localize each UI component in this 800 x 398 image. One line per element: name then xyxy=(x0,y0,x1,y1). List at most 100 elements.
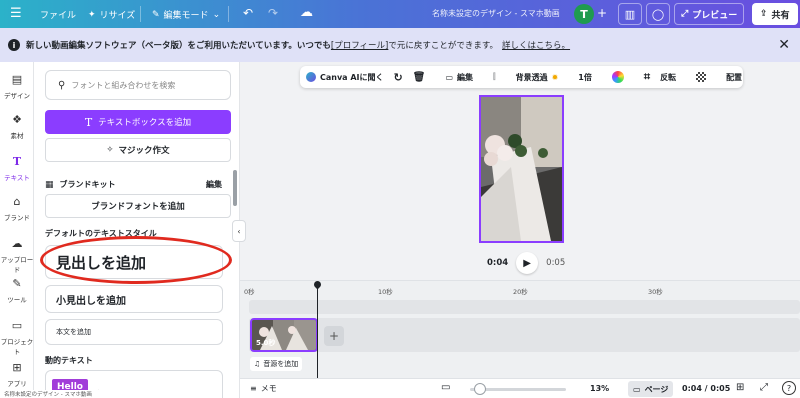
add-brand-font-button[interactable]: ブランドフォントを追加 xyxy=(45,194,231,218)
preview-label: プレビュー xyxy=(692,10,738,21)
rail-item-elements[interactable]: ❖ 素材 xyxy=(0,112,34,140)
learn-more-link[interactable]: 詳しくはこちら。 xyxy=(502,39,570,51)
split-button[interactable]: ⫿ xyxy=(493,72,496,82)
avatar[interactable]: T xyxy=(574,4,594,24)
screen-icon: ▭ xyxy=(441,382,451,393)
rail-item-projects[interactable]: ▭ プロジェクト xyxy=(0,318,34,356)
plus-icon: + xyxy=(328,329,340,343)
crop-button[interactable]: ⌗ xyxy=(644,70,650,84)
ruler-tick: 30秒 xyxy=(648,288,663,296)
tools-icon: ✎ xyxy=(12,277,22,290)
help-button[interactable]: ? xyxy=(782,381,796,395)
trash-icon: 🗑 xyxy=(412,71,426,83)
grid-view-button[interactable]: ⊞ xyxy=(736,382,744,393)
text-icon: T xyxy=(84,115,93,129)
close-icon[interactable]: ✕ xyxy=(778,37,790,53)
file-menu[interactable]: ファイル xyxy=(40,8,76,21)
video-clip[interactable]: 5.0秒 xyxy=(250,318,318,352)
panel-scrollbar[interactable] xyxy=(233,170,237,206)
resize-label: リサイズ xyxy=(99,11,136,21)
bg-remove-button[interactable]: 背景透過 ✹ xyxy=(516,72,559,83)
cloud-save-status[interactable]: ☁ xyxy=(300,5,313,20)
upload-share-icon: ⇪ xyxy=(760,9,768,19)
layout-icon: ▤ xyxy=(11,73,23,86)
delete-button[interactable]: 🗑 xyxy=(413,72,426,83)
left-rail: ▤ デザイン ❖ 素材 T テキスト ⌂ ブランド ☁ アップロード ✎ ツール ▭ プロジェ… xyxy=(0,62,34,398)
rail-item-design[interactable]: ▤ デザイン xyxy=(0,72,34,100)
chevron-down-icon: ⌄ xyxy=(212,9,221,20)
ruler-tick: 0秒 xyxy=(244,288,255,296)
current-time: 0:04 xyxy=(487,258,509,268)
banner-text-after: で元に戻すことができます。 xyxy=(388,41,499,51)
zoom-slider-handle[interactable] xyxy=(473,383,486,395)
brand-kit-label: ブランドキット xyxy=(59,180,116,189)
playhead-handle[interactable] xyxy=(312,279,323,290)
document-title-text: 名称未設定のデザイン - スマホ動画 xyxy=(432,9,560,18)
rail-item-upload[interactable]: ☁ アップロード xyxy=(0,236,34,274)
file-menu-label: ファイル xyxy=(40,11,77,21)
top-bar: ☰ ファイル ✦ リサイズ ✎ 編集モード ⌄ ↶ ↷ ☁ 名称未設定のデザイン - … xyxy=(0,0,800,28)
fit-view-button[interactable]: ▭ xyxy=(441,382,450,393)
fullscreen-icon: ⤢ xyxy=(681,9,689,19)
fullscreen-button[interactable]: ⤢ xyxy=(760,382,768,393)
collapse-panel-button[interactable]: ‹ xyxy=(232,220,246,242)
add-brand-font-label: ブランドフォントを追加 xyxy=(91,202,185,212)
preview-button[interactable]: ⤢ プレビュー xyxy=(674,3,745,25)
pages-icon: ▭ xyxy=(633,384,641,394)
top-track[interactable] xyxy=(249,300,800,314)
pages-button[interactable]: ▭ ページ xyxy=(628,381,674,397)
add-textbox-button[interactable]: T テキストボックスを追加 xyxy=(45,110,231,134)
add-clip-button[interactable]: + xyxy=(324,326,344,346)
playhead[interactable] xyxy=(317,283,318,379)
undo-icon: ↶ xyxy=(243,6,254,20)
notes-button[interactable]: ≡ メモ xyxy=(250,383,277,394)
canva-ai-icon xyxy=(306,72,316,82)
arrange-button[interactable]: 配置 xyxy=(726,72,742,83)
playback-controls: 0:04 ▶ 0:05 xyxy=(487,252,565,274)
rail-item-tools[interactable]: ✎ ツール xyxy=(0,276,34,304)
chevron-left-icon: ‹ xyxy=(237,226,241,236)
menu-button[interactable]: ☰ xyxy=(10,6,22,21)
video-canvas[interactable] xyxy=(479,95,564,243)
zoom-level[interactable]: 13% xyxy=(590,384,609,393)
share-button[interactable]: ⇪ 共有 xyxy=(752,3,798,25)
rail-label: アプリ xyxy=(7,380,27,388)
fullscreen-icon: ⤢ xyxy=(760,382,768,393)
comments-button[interactable]: ◯ xyxy=(646,3,670,25)
rail-item-brand[interactable]: ⌂ ブランド xyxy=(0,194,34,222)
rail-label: ツール xyxy=(7,296,27,304)
redo-button[interactable]: ↷ xyxy=(268,6,278,20)
rail-item-text[interactable]: T テキスト xyxy=(0,154,34,182)
add-heading-button[interactable]: 見出しを追加 xyxy=(45,245,223,279)
add-body-button[interactable]: 本文を追加 xyxy=(45,319,223,345)
share-label: 共有 xyxy=(771,10,790,21)
elements-icon: ❖ xyxy=(12,113,22,126)
resize-menu[interactable]: ✦ リサイズ xyxy=(88,8,136,22)
search-input[interactable]: ⚲ フォントと組み合わせを検索 xyxy=(45,70,231,100)
add-collaborator-button[interactable]: + xyxy=(597,6,607,20)
comment-icon: ◯ xyxy=(651,7,665,21)
document-title[interactable]: 名称未設定のデザイン - スマホ動画 xyxy=(432,8,560,19)
brand-edit-link[interactable]: 編集 xyxy=(206,179,222,190)
split-icon: ⫿ xyxy=(493,72,496,81)
transparency-button[interactable] xyxy=(696,72,707,82)
edit-mode-menu[interactable]: ✎ 編集モード ⌄ xyxy=(152,8,221,22)
flip-button[interactable]: 反転 xyxy=(660,72,676,83)
insights-button[interactable]: ▥ xyxy=(618,3,642,25)
canva-ai-button[interactable]: Canva AIに聞く xyxy=(306,72,384,83)
add-subheading-button[interactable]: 小見出しを追加 xyxy=(45,285,223,313)
pages-label: ページ xyxy=(644,384,669,394)
add-audio-button[interactable]: ♫ 音源を追加 xyxy=(250,357,303,371)
rail-item-apps[interactable]: ⊞ アプリ xyxy=(0,360,34,388)
color-button[interactable] xyxy=(611,71,624,83)
play-button[interactable]: ▶ xyxy=(516,252,539,274)
edit-video-button[interactable]: ▭ 編集 xyxy=(445,72,473,83)
profile-link[interactable]: [プロフィール] xyxy=(331,39,388,51)
cloud-icon: ☁ xyxy=(300,5,313,20)
magic-write-button[interactable]: ✧ マジック作文 xyxy=(45,138,231,162)
undo-button[interactable]: ↶ xyxy=(243,6,253,20)
speed-button[interactable]: 1倍 xyxy=(578,72,592,83)
replace-button[interactable]: ↻ xyxy=(394,71,403,84)
canva-ai-label: Canva AIに聞く xyxy=(320,72,384,82)
add-audio-label: 音源を追加 xyxy=(263,360,299,368)
